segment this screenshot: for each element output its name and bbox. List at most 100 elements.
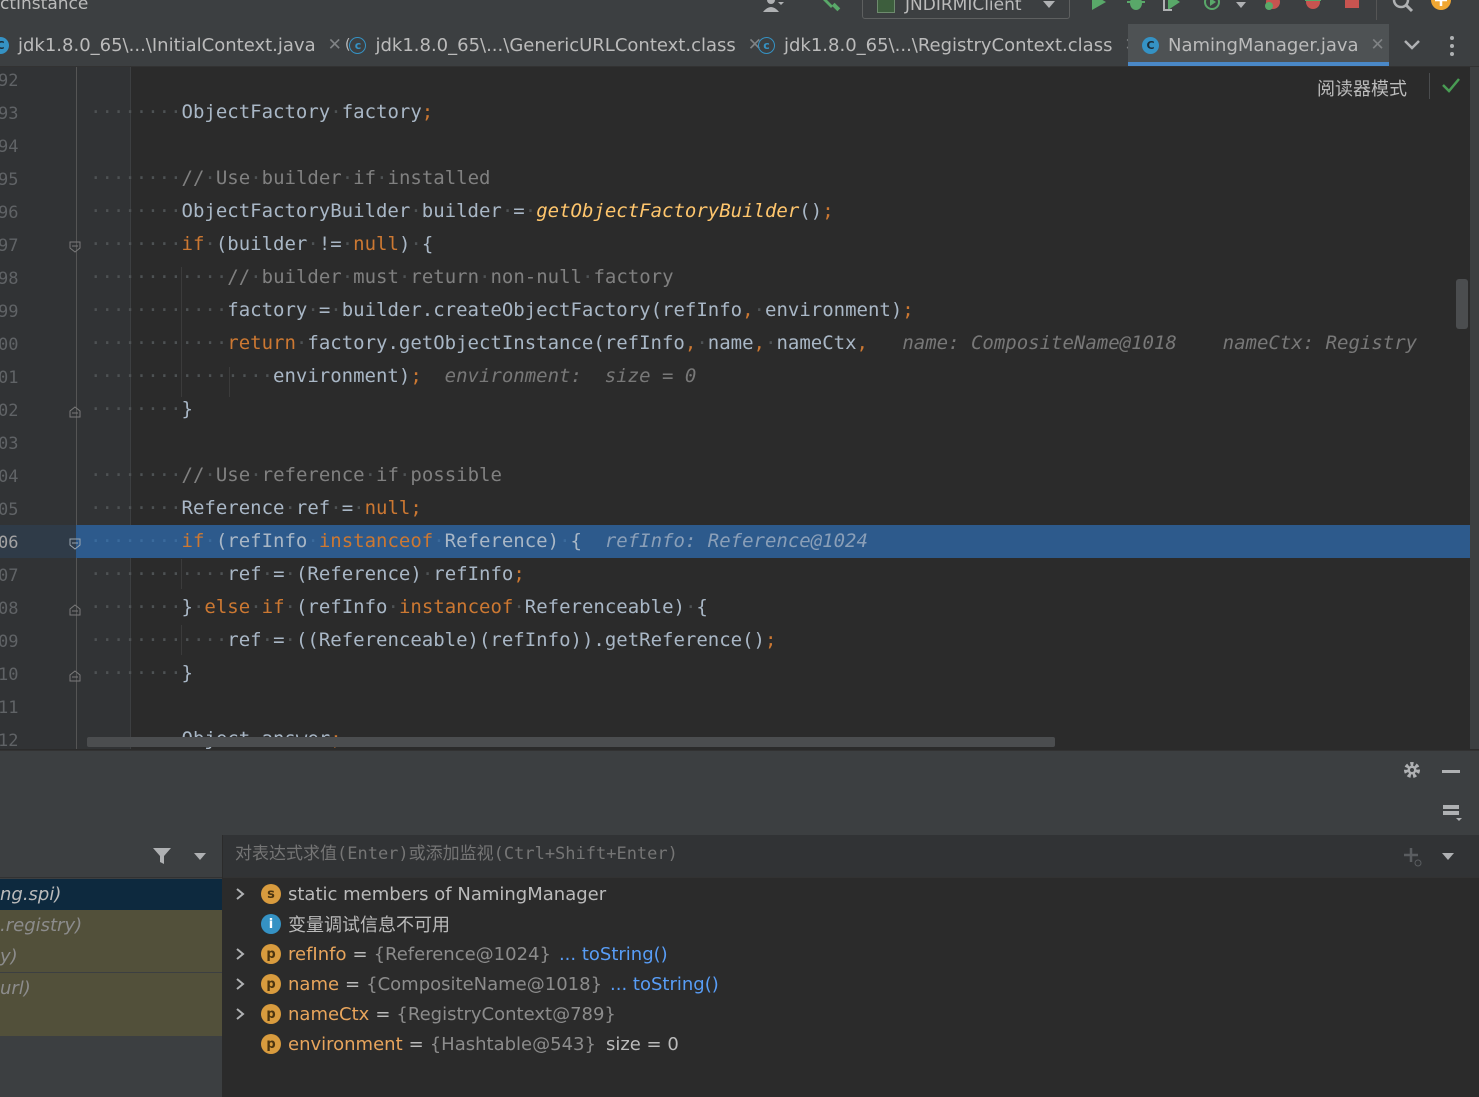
title-toolbar: ctInstance JNDIRMIClient [0, 0, 1479, 24]
minimize-icon[interactable] [1442, 770, 1460, 773]
profile-icon[interactable] [1202, 0, 1224, 14]
inline-debug-hint: name: CompositeName@1018 [902, 332, 1177, 354]
run-config-selector[interactable]: JNDIRMIClient [862, 0, 1070, 19]
line-number-current: 06 [0, 533, 19, 553]
fold-marker-icon[interactable] [69, 241, 81, 253]
checkmark-icon[interactable] [1441, 77, 1461, 93]
line-number: 08 [0, 599, 19, 619]
line-number: 96 [0, 203, 19, 223]
tab-generic-url-context[interactable]: ( c jdk1.8.0_65\...\GenericURLContext.cl… [345, 24, 762, 66]
attach-debugger-icon[interactable] [1302, 0, 1324, 14]
code-line: ········} [90, 398, 193, 420]
layout-settings-icon[interactable] [1442, 803, 1462, 823]
chevron-down-icon[interactable] [1401, 36, 1423, 54]
add-watch-icon[interactable] [1402, 846, 1424, 868]
run-config-label: JNDIRMIClient [905, 0, 1022, 15]
editor-tab-bar: C jdk1.8.0_65\...\InitialContext.java ✕ … [0, 24, 1479, 67]
equals-sign: = [408, 1033, 424, 1055]
code-line: ················environment); environmen… [90, 365, 697, 387]
fold-marker-icon[interactable] [69, 604, 81, 616]
application-icon [877, 0, 895, 13]
fold-marker-icon[interactable] [69, 406, 81, 418]
line-number: 99 [0, 302, 19, 322]
variable-name: refInfo [288, 943, 347, 965]
parameter-badge-icon: p [261, 944, 281, 964]
tab-registry-context[interactable]: c jdk1.8.0_65\...\RegistryContext.class … [758, 24, 1139, 66]
chevron-right-icon[interactable] [233, 977, 247, 991]
variable-value: {Hashtable@543} [429, 1033, 596, 1055]
code-line: ········ObjectFactoryBuilder·builder·=·g… [90, 200, 834, 222]
line-number: 02 [0, 401, 19, 421]
variable-value: {RegistryContext@789} [396, 1003, 616, 1025]
tab-initial-context[interactable]: C jdk1.8.0_65\...\InitialContext.java ✕ [0, 24, 342, 66]
inline-debug-hint: nameCtx: Registry [1222, 332, 1418, 354]
stack-frame[interactable]: y) [0, 941, 222, 972]
variable-row[interactable]: p name = {CompositeName@1018} ... toStri… [233, 969, 719, 999]
stack-frame-label: url) [0, 978, 31, 999]
variable-row-static[interactable]: s static members of NamingManager [233, 879, 606, 909]
frames-toolbar [0, 835, 222, 878]
update-icon[interactable] [1430, 0, 1452, 14]
code-line: ········//·Use·reference·if·possible [90, 464, 502, 486]
code-line: ········Reference·ref·=·null; [90, 497, 422, 519]
debug-icon[interactable] [1125, 0, 1147, 14]
user-icon[interactable] [762, 0, 784, 14]
window-title: ctInstance [0, 0, 89, 14]
equals-sign: = [375, 1003, 391, 1025]
chevron-down-icon[interactable] [1236, 2, 1246, 8]
line-number: 95 [0, 170, 19, 190]
parameter-badge-icon: p [261, 1034, 281, 1054]
build-hammer-icon[interactable] [820, 0, 842, 14]
chevron-right-icon[interactable] [233, 947, 247, 961]
line-number: 09 [0, 632, 19, 652]
code-line: ············factory·=·builder.createObje… [90, 299, 914, 321]
variable-row[interactable]: p refInfo = {Reference@1024} ... toStrin… [233, 939, 668, 969]
stack-frame[interactable]: .registry) [0, 910, 222, 941]
tab-label: jdk1.8.0_65\...\GenericURLContext.class [375, 34, 736, 56]
close-icon[interactable]: ✕ [1371, 35, 1385, 55]
line-number: 92 [0, 71, 19, 91]
run-icon[interactable] [1088, 0, 1110, 14]
stack-frame[interactable]: ng.spi) [0, 879, 222, 910]
tab-label: NamingManager.java [1168, 34, 1359, 56]
gear-icon[interactable] [1402, 760, 1422, 780]
search-icon[interactable] [1392, 0, 1414, 14]
to-string-link[interactable]: ... toString() [610, 974, 719, 995]
equals-sign: = [352, 943, 368, 965]
right-tool-strip [1470, 67, 1479, 749]
stop-icon[interactable] [1342, 0, 1364, 14]
toolbar-divider [1429, 73, 1430, 99]
filter-icon[interactable] [152, 847, 172, 865]
line-number: 03 [0, 434, 19, 454]
code-line: ············ref·=·((Referenceable)(refIn… [90, 629, 777, 651]
variable-row[interactable]: p environment = {Hashtable@543} size = 0 [233, 1029, 679, 1059]
variable-row-info: i 变量调试信息不可用 [233, 909, 450, 939]
chevron-down-icon[interactable] [1442, 853, 1454, 860]
to-string-link[interactable]: ... toString() [559, 944, 668, 965]
chevron-right-icon[interactable] [233, 1007, 247, 1021]
stack-frame-filler [0, 1004, 222, 1036]
tab-label: jdk1.8.0_65\...\RegistryContext.class [784, 34, 1113, 56]
reader-mode-button[interactable]: 阅读器模式 [1317, 75, 1407, 101]
horizontal-scrollbar[interactable] [87, 737, 1055, 747]
evaluate-expression-input[interactable] [235, 844, 1335, 864]
code-editor[interactable]: 92 93 94 95 96 97 98 99 00 01 02 03 04 0… [0, 67, 1470, 749]
chevron-down-icon [1043, 1, 1055, 8]
line-number: 12 [0, 731, 19, 749]
fold-marker-icon[interactable] [69, 538, 81, 550]
tab-naming-manager[interactable]: C NamingManager.java ✕ [1128, 24, 1389, 66]
parameter-badge-icon: p [261, 1004, 281, 1024]
stack-frame[interactable]: url) [0, 973, 222, 1004]
active-tab-indicator [1128, 62, 1389, 66]
variable-label: 变量调试信息不可用 [288, 915, 450, 936]
rerun-debug-icon[interactable] [1262, 0, 1284, 14]
close-icon[interactable]: ✕ [328, 35, 342, 55]
chevron-down-icon[interactable] [194, 853, 206, 860]
more-vertical-icon[interactable] [1446, 34, 1458, 58]
variable-row[interactable]: p nameCtx = {RegistryContext@789} [233, 999, 616, 1029]
vertical-scrollbar[interactable] [1456, 279, 1468, 329]
fold-marker-icon[interactable] [69, 670, 81, 682]
code-line-current: ········if·(refInfo·instanceof·Reference… [90, 530, 868, 552]
coverage-icon[interactable] [1162, 0, 1184, 14]
chevron-right-icon[interactable] [233, 887, 247, 901]
